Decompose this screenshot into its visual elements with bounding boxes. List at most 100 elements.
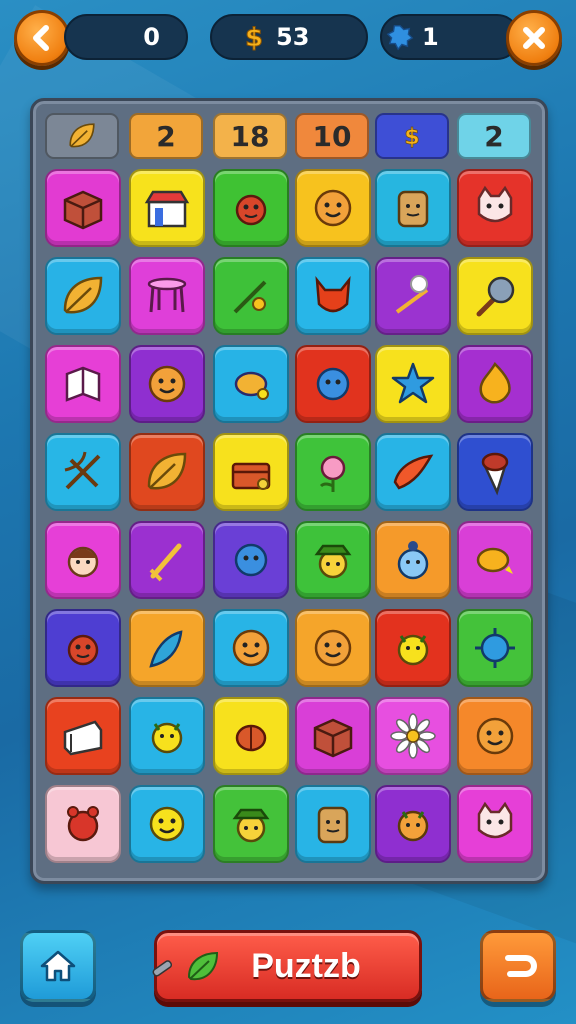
tile-r8-c1[interactable] — [45, 785, 121, 863]
seed-icon — [234, 371, 269, 400]
bug-icon — [397, 810, 429, 842]
tile-r4-c3[interactable] — [213, 433, 289, 511]
tile-r2-c6[interactable] — [457, 257, 533, 335]
tile-r3-c6[interactable] — [457, 345, 533, 423]
turkey-icon — [235, 724, 267, 752]
tile-r8-c4[interactable] — [295, 785, 371, 863]
tile-r5-c4[interactable] — [295, 521, 371, 599]
tile-r3-c3[interactable] — [213, 345, 289, 423]
undo-icon — [505, 955, 537, 977]
score-value: 0 — [143, 23, 160, 51]
face-icon — [232, 629, 270, 667]
puzzle-label: Puztzb — [251, 946, 361, 985]
header-cell-5: $ — [375, 113, 449, 159]
boy-icon — [67, 546, 99, 578]
tile-r8-c2[interactable] — [129, 785, 205, 863]
tile-r7-c2[interactable] — [129, 697, 205, 775]
tile-r2-c4[interactable] — [295, 257, 371, 335]
tile-r7-c1[interactable] — [45, 697, 121, 775]
virus-icon — [475, 628, 515, 668]
tile-r5-c1[interactable] — [45, 521, 121, 599]
tile-r5-c3[interactable] — [213, 521, 289, 599]
tile-r6-c6[interactable] — [457, 609, 533, 687]
close-button[interactable] — [506, 10, 562, 66]
tile-r1-c4[interactable] — [295, 169, 371, 247]
wing-icon — [393, 454, 434, 490]
tile-r1-c1[interactable] — [45, 169, 121, 247]
tile-r4-c5[interactable] — [375, 433, 451, 511]
jar-icon — [317, 806, 349, 844]
close-icon — [523, 27, 545, 49]
tile-r4-c2[interactable] — [129, 433, 205, 511]
cat-icon — [477, 801, 513, 839]
tile-r6-c1[interactable] — [45, 609, 121, 687]
home-button[interactable] — [20, 930, 96, 1002]
cone-icon — [481, 452, 509, 496]
sword-icon — [149, 543, 182, 582]
farmer-icon — [232, 808, 270, 843]
tile-r6-c5[interactable] — [375, 609, 451, 687]
back-button[interactable] — [14, 10, 70, 66]
header-cell-2: 2 — [129, 113, 203, 159]
face-icon — [476, 717, 514, 755]
tile-r6-c3[interactable] — [213, 609, 289, 687]
flower-icon — [319, 455, 346, 492]
tile-r1-c3[interactable] — [213, 169, 289, 247]
tile-r7-c5[interactable] — [375, 697, 451, 775]
tile-r3-c2[interactable] — [129, 345, 205, 423]
smiley-icon — [149, 806, 185, 842]
coin-value: 53 — [276, 23, 310, 51]
wand-icon — [152, 960, 173, 977]
tile-r7-c6[interactable] — [457, 697, 533, 775]
tile-r5-c5[interactable] — [375, 521, 451, 599]
tile-r4-c1[interactable] — [45, 433, 121, 511]
puzzle-button[interactable]: Puztzb — [152, 930, 422, 1002]
cat-icon — [477, 185, 513, 223]
tile-r5-c6[interactable] — [457, 521, 533, 599]
coin-icon: $ — [240, 23, 268, 51]
undo-button[interactable] — [480, 930, 556, 1002]
tile-r7-c4[interactable] — [295, 697, 371, 775]
blob-icon — [234, 543, 268, 577]
tile-r2-c2[interactable] — [129, 257, 205, 335]
tile-r4-c6[interactable] — [457, 433, 533, 511]
header-cell-label: 18 — [230, 119, 270, 153]
score-counter: 0 — [64, 14, 188, 60]
bird-icon — [397, 634, 429, 666]
tile-r1-c6[interactable] — [457, 169, 533, 247]
header-cell-6: 2 — [457, 113, 531, 159]
bow-icon — [64, 451, 101, 490]
face-icon — [314, 629, 352, 667]
fish-icon — [235, 194, 267, 226]
tile-r6-c4[interactable] — [295, 609, 371, 687]
tile-r2-c5[interactable] — [375, 257, 451, 335]
gem-counter: 1 — [380, 14, 520, 60]
tile-r4-c4[interactable] — [295, 433, 371, 511]
bird-icon — [151, 722, 183, 754]
face-icon — [148, 365, 186, 403]
tile-r8-c6[interactable] — [457, 785, 533, 863]
star-icon — [391, 362, 435, 404]
farmer-icon — [314, 544, 352, 579]
tile-r2-c1[interactable] — [45, 257, 121, 335]
cake-icon — [63, 720, 103, 756]
leaf-icon — [69, 123, 95, 148]
tile-r3-c4[interactable] — [295, 345, 371, 423]
tile-r6-c2[interactable] — [129, 609, 205, 687]
tile-r1-c5[interactable] — [375, 169, 451, 247]
tile-r1-c2[interactable] — [129, 169, 205, 247]
tile-r3-c5[interactable] — [375, 345, 451, 423]
chevron-left-icon — [33, 25, 49, 51]
book-icon — [65, 366, 101, 402]
devil-icon — [315, 276, 351, 313]
tile-r2-c3[interactable] — [213, 257, 289, 335]
tile-r3-c1[interactable] — [45, 345, 121, 423]
snowman-icon — [397, 541, 429, 580]
box-icon — [313, 718, 353, 758]
tile-r7-c3[interactable] — [213, 697, 289, 775]
feather-icon — [149, 630, 183, 668]
tile-r5-c2[interactable] — [129, 521, 205, 599]
tile-r8-c3[interactable] — [213, 785, 289, 863]
tile-r8-c5[interactable] — [375, 785, 451, 863]
shop-icon — [144, 190, 190, 228]
